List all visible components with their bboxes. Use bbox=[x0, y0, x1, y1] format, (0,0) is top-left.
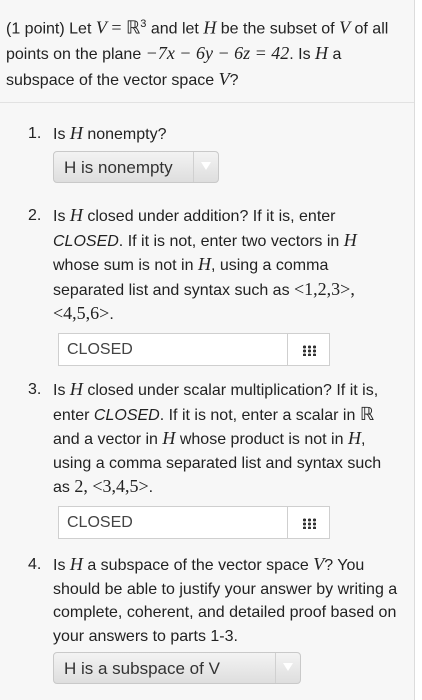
math-R: ℝ bbox=[125, 17, 141, 38]
text: . bbox=[109, 306, 114, 323]
equation-editor-button[interactable] bbox=[287, 332, 330, 366]
question-4: 4. Is H a subspace of the vector space V… bbox=[28, 553, 402, 684]
question-3: 3. Is H closed under scalar multiplicati… bbox=[28, 378, 402, 539]
math-R: ℝ bbox=[359, 403, 375, 424]
text: . If it is not, enter a scalar in bbox=[159, 406, 360, 424]
math-V: V bbox=[313, 554, 325, 574]
math-V: V bbox=[339, 17, 351, 38]
text: and a vector in bbox=[53, 431, 163, 448]
text: CLOSED bbox=[93, 406, 160, 424]
scalar-answer-input[interactable]: CLOSED bbox=[58, 505, 287, 539]
divider bbox=[0, 102, 414, 103]
text: Is bbox=[53, 126, 70, 143]
text: . If it is not, enter two vectors in bbox=[118, 232, 344, 250]
text: . Is bbox=[289, 46, 316, 64]
text: closed under addition? If it is, enter bbox=[82, 208, 336, 225]
math-H: H bbox=[197, 254, 211, 274]
math-V: V bbox=[95, 17, 107, 38]
math-H: H bbox=[343, 229, 357, 250]
math-eq: = bbox=[106, 17, 126, 38]
grid-icon bbox=[302, 344, 317, 356]
select-value: H is nonempty bbox=[64, 157, 173, 177]
text: whose sum is not in bbox=[53, 257, 198, 274]
math-H: H bbox=[203, 17, 217, 38]
text: Is bbox=[53, 557, 70, 574]
question-number: 1. bbox=[28, 125, 42, 142]
math-V: V bbox=[218, 69, 230, 90]
plane-equation: −7x − 6y − 6z = 42 bbox=[145, 43, 290, 64]
text: be the subset of bbox=[216, 20, 340, 38]
text: Is bbox=[53, 208, 70, 225]
math-H: H bbox=[69, 379, 83, 399]
question-2: 2. Is H closed under addition? If it is,… bbox=[28, 204, 402, 366]
math-H: H bbox=[347, 428, 361, 448]
question-number: 2. bbox=[28, 207, 42, 224]
text: CLOSED bbox=[53, 232, 119, 250]
scalar-answer-group: CLOSED bbox=[58, 505, 402, 539]
subspace-select[interactable]: H is a subspace of V bbox=[53, 652, 301, 684]
points-label: (1 point) Let bbox=[6, 20, 96, 38]
syntax-example: 2, <3,4,5> bbox=[74, 476, 149, 496]
select-value: H is a subspace of V bbox=[64, 659, 220, 678]
text: Is bbox=[53, 382, 70, 399]
text: ? bbox=[229, 72, 239, 90]
math-H: H bbox=[69, 205, 83, 225]
chevron-down-icon bbox=[193, 151, 218, 182]
question-1: 1. Is H nonempty? H is nonempty bbox=[28, 122, 402, 183]
text: . bbox=[148, 479, 154, 496]
problem-statement: (1 point) Let V = ℝ3 and let H be the su… bbox=[6, 12, 406, 93]
text: and let bbox=[146, 20, 204, 38]
addition-answer-group: CLOSED bbox=[58, 332, 402, 366]
text: a subspace of the vector space bbox=[82, 557, 314, 574]
question-number: 3. bbox=[28, 381, 42, 398]
question-number: 4. bbox=[28, 556, 42, 573]
addition-answer-input[interactable]: CLOSED bbox=[58, 332, 287, 366]
problem-panel: (1 point) Let V = ℝ3 and let H be the su… bbox=[0, 0, 415, 700]
text: whose product is not in bbox=[175, 431, 348, 448]
grid-icon bbox=[302, 517, 317, 529]
chevron-down-icon bbox=[275, 653, 300, 683]
math-H: H bbox=[162, 428, 176, 448]
math-H: H bbox=[315, 43, 329, 64]
math-H: H bbox=[69, 554, 83, 574]
text: nonempty? bbox=[82, 126, 167, 143]
nonempty-select[interactable]: H is nonempty bbox=[53, 150, 219, 183]
equation-editor-button[interactable] bbox=[287, 505, 330, 539]
math-H: H bbox=[69, 123, 83, 143]
